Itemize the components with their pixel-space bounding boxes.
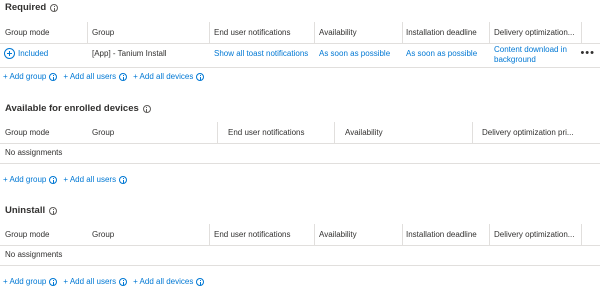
info-icon[interactable] <box>196 72 205 81</box>
uninstall-table-header: Group mode Group End user notifications … <box>0 224 600 246</box>
add-all-users-link[interactable]: + Add all users <box>63 277 128 286</box>
col-group-mode[interactable]: Group mode <box>5 128 49 137</box>
info-icon[interactable] <box>49 206 58 215</box>
info-icon[interactable] <box>49 175 58 184</box>
table-row: No assignments <box>0 144 600 164</box>
group-value: [App] - Tanium Install <box>92 49 167 58</box>
info-icon[interactable] <box>196 277 205 286</box>
table-row: No assignments <box>0 246 600 266</box>
col-group[interactable]: Group <box>92 128 114 137</box>
add-group-link[interactable]: + Add group <box>3 277 58 286</box>
add-group-link[interactable]: + Add group <box>3 72 58 81</box>
info-icon[interactable] <box>50 3 59 12</box>
col-end-user-notifications[interactable]: End user notifications <box>214 28 291 37</box>
required-title-text: Required <box>5 2 47 13</box>
col-installation-deadline[interactable]: Installation deadline <box>406 230 477 239</box>
delivery-line-2: background <box>494 55 536 64</box>
col-delivery-optimization[interactable]: Delivery optimization... <box>494 230 574 239</box>
col-group[interactable]: Group <box>92 230 114 239</box>
col-group-mode[interactable]: Group mode <box>5 230 49 239</box>
col-delivery-optimization[interactable]: Delivery optimization pri... <box>482 128 574 137</box>
no-assignments-text: No assignments <box>5 250 63 259</box>
add-group-link[interactable]: + Add group <box>3 175 58 184</box>
required-table-header: Group mode Group End user notifications … <box>0 22 600 44</box>
delivery-line-1: Content download in <box>494 45 567 54</box>
table-row[interactable]: Included [App] - Tanium Install Show all… <box>0 44 600 68</box>
info-icon[interactable] <box>119 277 128 286</box>
add-circle-icon <box>4 48 15 59</box>
add-all-devices-link[interactable]: + Add all devices <box>133 72 205 81</box>
info-icon[interactable] <box>142 104 151 113</box>
col-availability[interactable]: Availability <box>319 28 357 37</box>
group-mode-value: Included <box>18 49 49 58</box>
required-actions: + Add group + Add all users + Add all de… <box>3 72 210 81</box>
delivery-optimization-link[interactable]: Content download in background <box>494 45 567 65</box>
available-actions: + Add group + Add all users <box>3 175 133 184</box>
add-all-users-link[interactable]: + Add all users <box>63 175 128 184</box>
col-end-user-notifications[interactable]: End user notifications <box>228 128 305 137</box>
info-icon[interactable] <box>49 72 58 81</box>
uninstall-title-text: Uninstall <box>5 205 46 216</box>
availability-link[interactable]: As soon as possible <box>319 49 390 58</box>
add-all-devices-link[interactable]: + Add all devices <box>133 277 205 286</box>
col-availability[interactable]: Availability <box>345 128 383 137</box>
info-icon[interactable] <box>49 277 58 286</box>
col-installation-deadline[interactable]: Installation deadline <box>406 28 477 37</box>
deadline-link[interactable]: As soon as possible <box>406 49 477 58</box>
add-all-users-link[interactable]: + Add all users <box>63 72 128 81</box>
notifications-link[interactable]: Show all toast notifications <box>214 49 308 58</box>
info-icon[interactable] <box>119 72 128 81</box>
available-table-header: Group mode Group End user notifications … <box>0 122 600 144</box>
uninstall-section-title: Uninstall <box>5 205 58 216</box>
col-delivery-optimization[interactable]: Delivery optimization... <box>494 28 574 37</box>
uninstall-actions: + Add group + Add all users + Add all de… <box>3 277 210 286</box>
col-availability[interactable]: Availability <box>319 230 357 239</box>
col-group-mode[interactable]: Group mode <box>5 28 49 37</box>
available-title-text: Available for enrolled devices <box>5 103 139 114</box>
col-group[interactable]: Group <box>92 28 114 37</box>
info-icon[interactable] <box>119 175 128 184</box>
more-icon[interactable]: ••• <box>580 47 595 59</box>
group-mode-cell[interactable]: Included <box>4 48 48 59</box>
col-end-user-notifications[interactable]: End user notifications <box>214 230 291 239</box>
required-section-title: Required <box>5 2 59 13</box>
no-assignments-text: No assignments <box>5 148 63 157</box>
available-section-title: Available for enrolled devices <box>5 103 151 114</box>
